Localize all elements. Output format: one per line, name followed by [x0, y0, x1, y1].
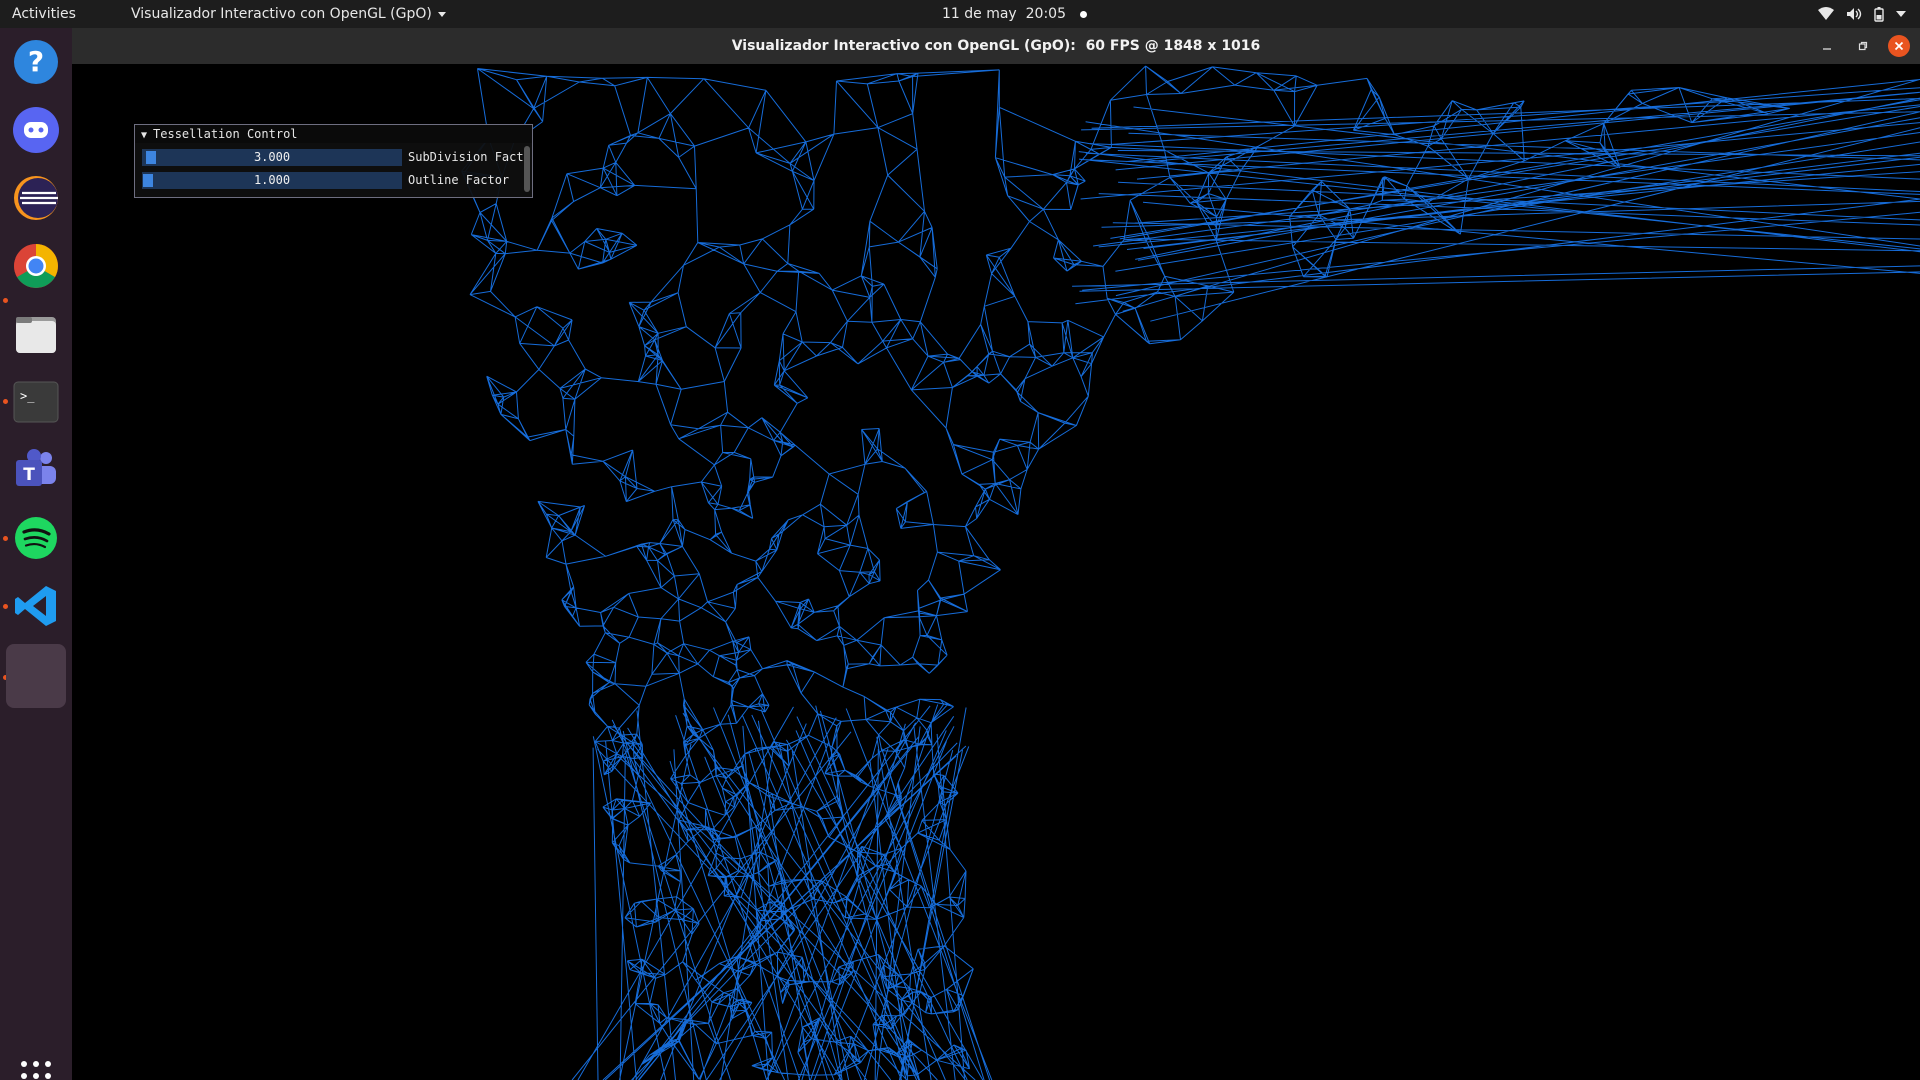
dock-eclipse[interactable]: [6, 168, 66, 228]
volume-icon: [1847, 8, 1862, 20]
grid-dot: [21, 1073, 27, 1079]
window-title: Visualizador Interactivo con OpenGL (GpO…: [72, 28, 1920, 64]
dock: ? >_ T: [0, 28, 72, 1080]
top-bar: Activities Visualizador Interactivo con …: [0, 0, 1920, 28]
panel-header[interactable]: ▼ Tessellation Control: [135, 125, 532, 143]
window-controls: [1816, 35, 1910, 57]
dock-discord[interactable]: [6, 100, 66, 160]
grid-dot: [45, 1073, 51, 1079]
maximize-button[interactable]: [1852, 35, 1874, 57]
vscode-icon: [15, 586, 56, 626]
close-button[interactable]: [1888, 35, 1910, 57]
minimize-button[interactable]: [1816, 35, 1838, 57]
svg-text:T: T: [23, 465, 35, 485]
chevron-down-icon: [1896, 11, 1906, 17]
close-icon: [1894, 41, 1904, 51]
mesh-edges: [461, 65, 1920, 1080]
dock-help[interactable]: ?: [6, 32, 66, 92]
outline-factor-slider[interactable]: 1.000: [142, 172, 402, 189]
svg-text:?: ?: [28, 45, 44, 78]
chevron-down-icon: [437, 11, 446, 17]
battery-icon: [1874, 6, 1884, 22]
dock-vscode[interactable]: [6, 576, 66, 636]
help-icon: ?: [14, 40, 58, 84]
discord-icon: [13, 107, 59, 153]
spotify-icon: [15, 517, 57, 559]
notification-dot-icon: [1079, 10, 1087, 18]
subdivision-factor-row: 3.000 SubDivision Fact: [142, 149, 524, 166]
clock-time: 20:05: [1025, 6, 1066, 22]
system-tray[interactable]: [1818, 0, 1906, 28]
dock-teams[interactable]: T: [6, 440, 66, 500]
fps-readout: 60 FPS @ 1848 x 1016: [1085, 38, 1261, 54]
wireframe-mesh: [461, 65, 1920, 1080]
activities-button[interactable]: Activities: [12, 0, 76, 28]
running-indicator: [3, 298, 8, 303]
panel-title: Tessellation Control: [153, 127, 298, 141]
dock-opengl-app[interactable]: [6, 644, 66, 708]
chrome-icon: [14, 244, 58, 288]
terminal-icon: >_: [13, 381, 59, 423]
subdivision-factor-slider[interactable]: 3.000: [142, 149, 402, 166]
collapse-triangle-icon[interactable]: ▼: [141, 127, 147, 145]
dock-terminal[interactable]: >_: [6, 372, 66, 432]
grid-dot: [21, 1061, 27, 1067]
clock-date: 11 de may: [942, 6, 1017, 22]
dock-files[interactable]: [6, 304, 66, 364]
opengl-viewport[interactable]: [72, 64, 1920, 1080]
clock[interactable]: 11 de may 20:05: [942, 0, 1087, 28]
svg-text:>_: >_: [20, 389, 35, 403]
show-applications-button[interactable]: [18, 1058, 54, 1080]
window-titlebar[interactable]: Visualizador Interactivo con OpenGL (GpO…: [72, 28, 1920, 64]
slider-value: 3.000: [253, 150, 291, 164]
wifi-icon: [1818, 7, 1834, 20]
grid-dot: [33, 1073, 39, 1079]
mesh-lines: [461, 65, 1920, 1080]
minimize-icon: [1823, 48, 1831, 50]
grid-dot: [45, 1061, 51, 1067]
tessellation-control-panel[interactable]: ▼ Tessellation Control 3.000 SubDivision …: [134, 124, 533, 198]
app-menu[interactable]: Visualizador Interactivo con OpenGL (GpO…: [131, 0, 446, 28]
files-icon: [16, 317, 56, 353]
restore-icon: [1858, 41, 1868, 51]
window-title-text: Visualizador Interactivo con OpenGL (GpO…: [731, 38, 1076, 54]
dock-spotify[interactable]: [6, 508, 66, 568]
eclipse-icon: [14, 176, 58, 220]
slider-label: SubDivision Fact: [408, 150, 524, 164]
teams-icon: T: [16, 449, 56, 486]
grid-dot: [33, 1061, 39, 1067]
slider-value: 1.000: [253, 173, 291, 187]
app-menu-label: Visualizador Interactivo con OpenGL (GpO…: [131, 6, 432, 22]
outline-factor-row: 1.000 Outline Factor: [142, 172, 522, 189]
slider-label: Outline Factor: [408, 173, 510, 187]
dock-chrome[interactable]: [6, 236, 66, 296]
panel-scrollbar[interactable]: [524, 146, 530, 192]
